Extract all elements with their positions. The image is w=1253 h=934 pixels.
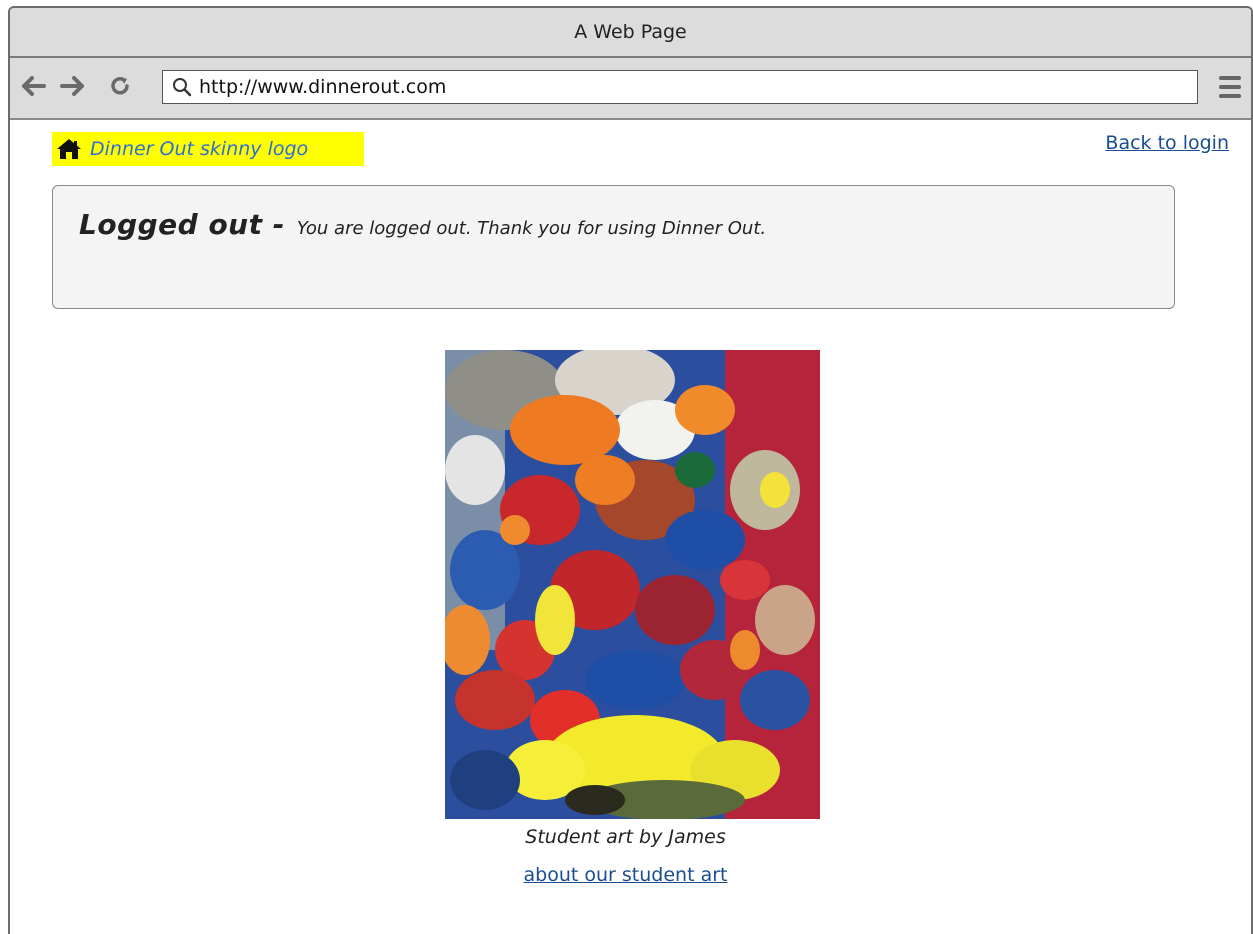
logout-notice: Logged out - You are logged out. Thank y… xyxy=(52,185,1175,309)
page-content: Dinner Out skinny logo Back to login Log… xyxy=(10,120,1251,934)
reload-icon[interactable] xyxy=(106,72,134,100)
window-title-bar: A Web Page xyxy=(10,8,1251,58)
url-input[interactable] xyxy=(195,72,1197,102)
back-to-login-link[interactable]: Back to login xyxy=(1105,132,1229,154)
student-art-image xyxy=(445,350,820,819)
notice-heading: Logged out - xyxy=(79,208,285,241)
browser-window: A Web Page Dinner Out skinny logo B xyxy=(8,6,1253,934)
about-student-art-link[interactable]: about our student art xyxy=(10,864,1251,886)
forward-arrow-icon[interactable] xyxy=(58,72,86,100)
logo-text: Dinner Out skinny logo xyxy=(90,138,309,160)
home-icon xyxy=(56,138,82,160)
hamburger-menu-icon[interactable] xyxy=(1219,76,1241,98)
student-art-painting xyxy=(445,350,820,819)
art-caption: Student art by James xyxy=(525,826,726,848)
notice-message: You are logged out. Thank you for using … xyxy=(296,218,767,239)
address-bar[interactable] xyxy=(162,70,1198,104)
site-logo[interactable]: Dinner Out skinny logo xyxy=(52,132,364,166)
window-title: A Web Page xyxy=(574,21,687,43)
search-icon xyxy=(169,74,195,100)
back-arrow-icon[interactable] xyxy=(20,72,48,100)
browser-toolbar xyxy=(10,58,1251,120)
